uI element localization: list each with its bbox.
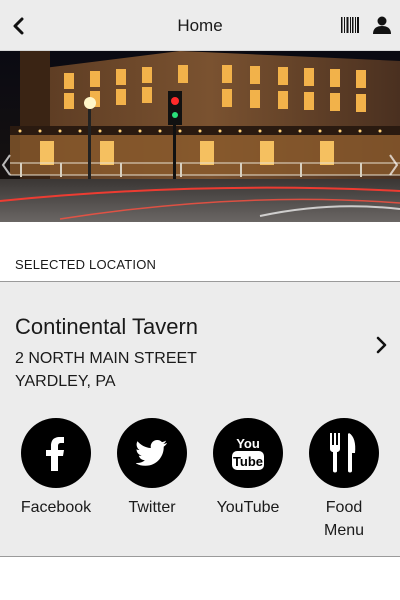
barcode-icon [341,17,359,33]
facebook-label: Facebook [20,499,92,516]
food-menu-icon-circle [309,418,379,488]
barcode-button[interactable] [340,15,360,35]
app-header: Home [0,0,400,51]
carousel-prev-button[interactable] [0,151,14,179]
carousel-next-button[interactable] [386,151,400,179]
food-menu-label: Food Menu [323,499,365,539]
svg-text:Tube: Tube [233,454,263,469]
twitter-button[interactable]: Twitter [104,418,200,519]
location-details-button[interactable] [372,334,390,356]
user-icon [373,16,391,34]
youtube-button[interactable]: You Tube YouTube [200,418,296,519]
facebook-icon [46,437,64,471]
facebook-button[interactable]: Facebook [8,418,104,519]
twitter-label: Twitter [128,499,176,516]
facebook-icon-circle [21,418,91,488]
chevron-right-icon [389,154,399,176]
location-panel: Continental Tavern 2 NORTH MAIN STREET Y… [0,282,400,557]
location-address-line1: 2 NORTH MAIN STREET [15,350,197,367]
fork-knife-icon [330,433,356,473]
svg-text:You: You [236,436,260,451]
food-menu-button[interactable]: Food Menu [296,418,392,542]
youtube-label: YouTube [216,499,280,516]
youtube-icon: You Tube [232,436,264,470]
twitter-icon [136,440,167,466]
chevron-right-icon [376,336,387,354]
twitter-icon-circle [117,418,187,488]
tavern-photo [0,51,400,222]
chevron-left-icon [1,154,11,176]
section-label: SELECTED LOCATION [15,257,157,272]
account-button[interactable] [372,15,392,35]
location-name: Continental Tavern [15,314,199,339]
hero-image[interactable] [0,51,400,222]
location-address-line2: YARDLEY, PA [15,373,116,390]
youtube-icon-circle: You Tube [213,418,283,488]
